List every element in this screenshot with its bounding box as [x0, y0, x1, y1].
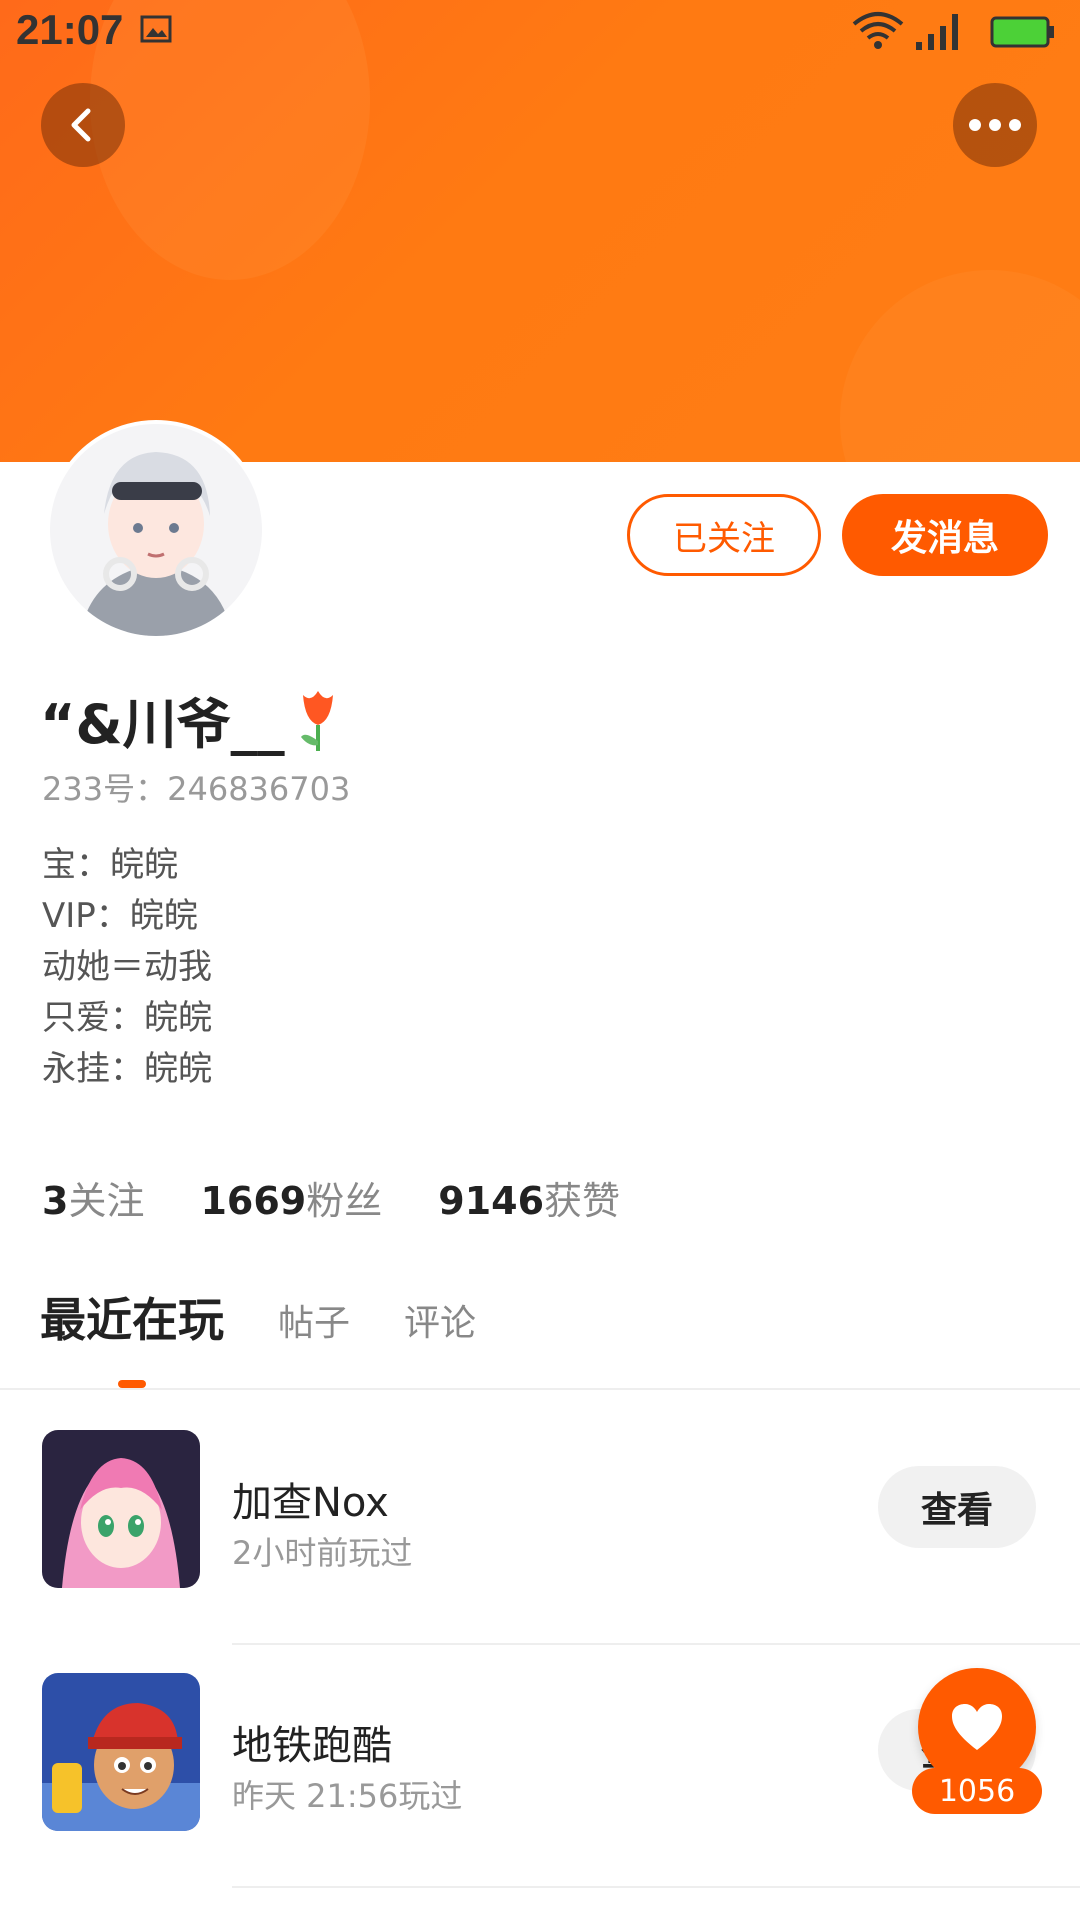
stat-number: 3	[42, 1179, 69, 1223]
stat-number: 9146	[438, 1179, 545, 1223]
status-time: 21:07	[16, 6, 124, 53]
like-count-badge: 1056	[912, 1768, 1042, 1814]
username-text: “&川爷__	[40, 693, 285, 756]
stat-number: 1669	[200, 1179, 307, 1223]
subway-surfers-game-icon[interactable]	[42, 1673, 200, 1831]
more-dots-icon	[969, 119, 1021, 131]
battery-icon	[990, 16, 1054, 48]
user-id: 233号：246836703	[42, 764, 350, 810]
stat-label: 获赞	[544, 1179, 621, 1223]
tulip-icon	[300, 690, 333, 751]
stat-followers[interactable]: 1669 粉丝	[200, 1170, 382, 1225]
chevron-left-icon	[71, 108, 91, 142]
gacha-nox-game-icon[interactable]	[42, 1430, 200, 1588]
bio-line: 永挂：皖皖	[42, 1049, 212, 1089]
more-options-button[interactable]	[953, 83, 1037, 167]
list-item[interactable]: 加查Nox 2小时前玩过 查看	[0, 1430, 1080, 1670]
stat-label: 关注	[68, 1179, 145, 1223]
tab-comments[interactable]: 评论	[404, 1294, 476, 1346]
bio-line: VIP：皖皖	[42, 896, 198, 936]
profile-header-banner	[0, 0, 1080, 462]
profile-stats: 3 关注 1669 粉丝 9146 获赞	[42, 1170, 676, 1225]
avatar[interactable]	[46, 420, 266, 640]
banner-decoration	[840, 270, 1080, 462]
game-title: 加查Nox	[232, 1480, 389, 1526]
wifi-icon	[852, 12, 904, 49]
tab-recently-played[interactable]: 最近在玩	[40, 1284, 224, 1350]
signal-icon	[916, 14, 958, 50]
stat-likes[interactable]: 9146 获赞	[438, 1170, 620, 1225]
tab-posts[interactable]: 帖子	[278, 1294, 350, 1346]
back-button[interactable]	[41, 83, 125, 167]
status-bar: 21:07	[0, 0, 1080, 64]
send-message-button[interactable]: 发消息	[842, 494, 1048, 576]
profile-bio: 宝：皖皖 VIP：皖皖 动她＝动我 只爱：皖皖 永挂：皖皖	[42, 840, 212, 1095]
game-last-played: 昨天 21:56玩过	[232, 1777, 463, 1815]
game-title: 地铁跑酷	[232, 1723, 392, 1769]
profile-tabs: 最近在玩 帖子 评论	[0, 1290, 1080, 1390]
bio-line: 只爱：皖皖	[42, 998, 212, 1038]
tab-active-indicator	[118, 1380, 146, 1388]
user-id-label: 233号	[42, 770, 136, 808]
user-id-value: 246836703	[167, 770, 351, 808]
username: “&川爷__	[40, 680, 341, 759]
row-divider	[232, 1643, 1080, 1645]
view-game-button[interactable]: 查看	[878, 1466, 1036, 1548]
heart-icon	[952, 1704, 1002, 1750]
follow-button[interactable]: 已关注	[627, 494, 821, 576]
row-divider	[232, 1886, 1080, 1888]
bio-line: 动她＝动我	[42, 947, 212, 987]
game-last-played: 2小时前玩过	[232, 1534, 413, 1572]
stat-following[interactable]: 3 关注	[42, 1170, 144, 1225]
avatar-illustration	[50, 424, 262, 636]
bio-line: 宝：皖皖	[42, 845, 178, 885]
image-icon	[140, 15, 172, 43]
stat-label: 粉丝	[306, 1179, 383, 1223]
user-id-separator: ：	[135, 770, 168, 808]
